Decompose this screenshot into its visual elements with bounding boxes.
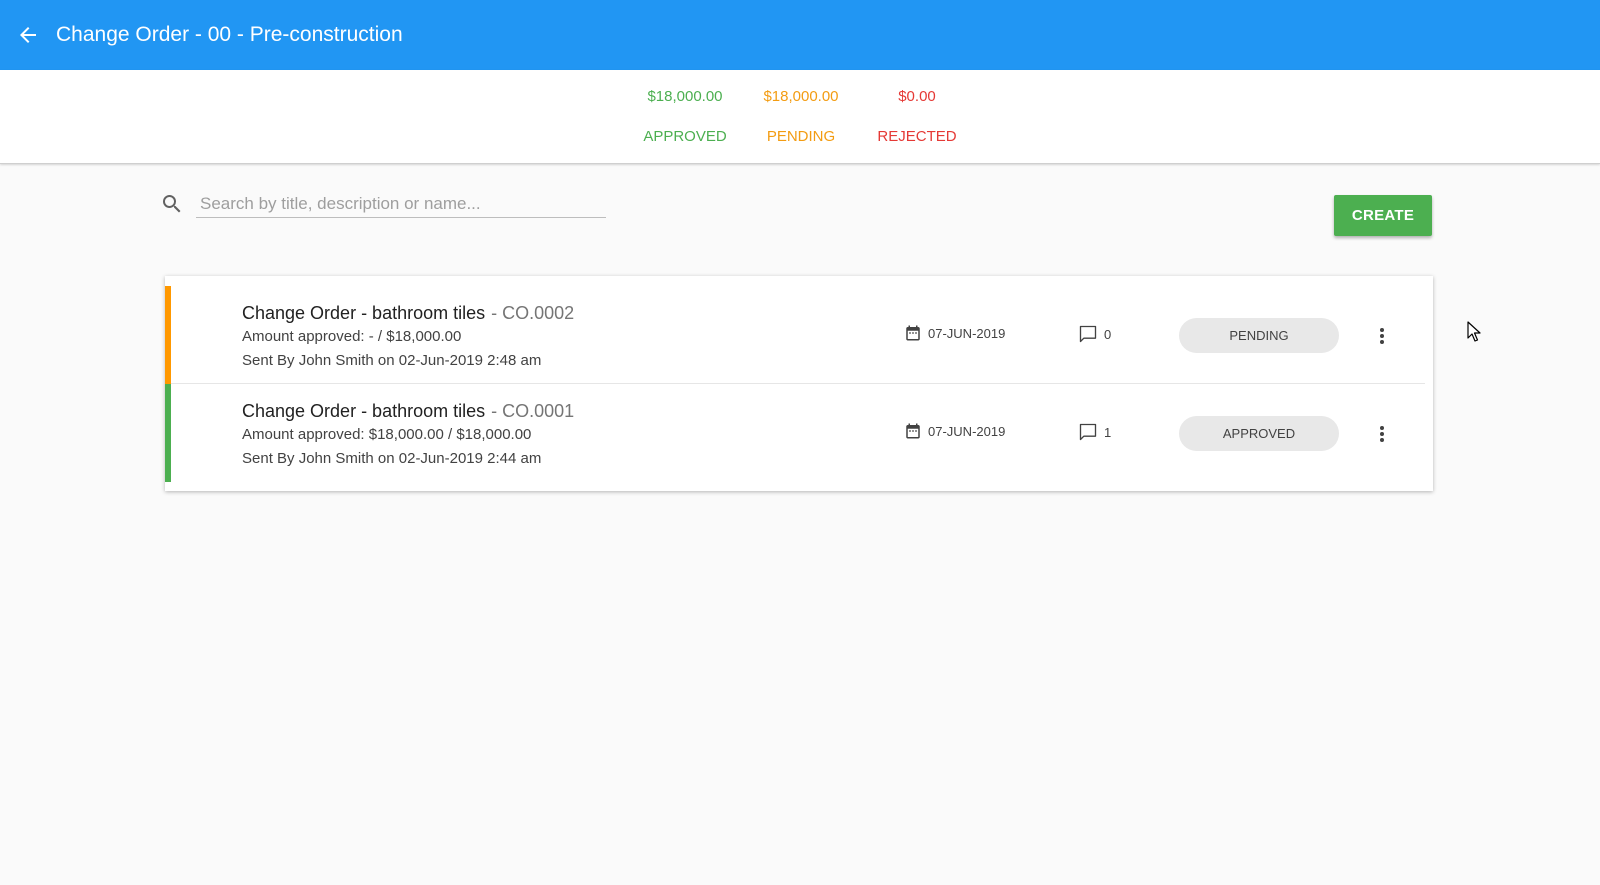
- comment-icon: [1079, 423, 1097, 441]
- item-date: 07-JUN-2019: [904, 422, 1005, 440]
- item-comments[interactable]: 0: [1078, 324, 1111, 344]
- item-date: 07-JUN-2019: [904, 324, 1005, 342]
- summary-approved-label: APPROVED: [643, 128, 727, 145]
- summary-rejected-label: REJECTED: [877, 128, 957, 145]
- item-code: - CO.0001: [491, 401, 575, 421]
- status-badge[interactable]: APPROVED: [1179, 416, 1339, 451]
- create-button[interactable]: CREATE: [1334, 195, 1432, 236]
- item-title-text: Change Order - bathroom tiles: [242, 303, 486, 323]
- item-sent-by: Sent By John Smith on 02-Jun-2019 2:44 a…: [242, 450, 542, 467]
- search-icon: [163, 195, 181, 213]
- status-stripe: [165, 286, 171, 384]
- summary-bar: $18,000.00 APPROVED $18,000.00 PENDING $…: [0, 70, 1600, 164]
- summary-rejected-amount: $0.00: [898, 88, 936, 105]
- item-title-text: Change Order - bathroom tiles: [242, 401, 486, 421]
- status-badge[interactable]: PENDING: [1179, 318, 1339, 353]
- item-comment-count: 0: [1104, 326, 1112, 342]
- calendar-icon: [906, 325, 920, 341]
- list-item[interactable]: Change Order - bathroom tiles - CO.0002 A…: [165, 286, 1433, 384]
- search-input[interactable]: [196, 190, 606, 218]
- comment-icon: [1079, 325, 1097, 343]
- page-title: Change Order - 00 - Pre-construction: [56, 23, 403, 46]
- summary-pending-amount: $18,000.00: [763, 88, 839, 105]
- status-stripe: [165, 384, 171, 482]
- item-date-text: 07-JUN-2019: [928, 325, 1006, 341]
- item-date-text: 07-JUN-2019: [928, 423, 1006, 439]
- item-comment-count: 1: [1104, 424, 1112, 440]
- item-amount: Amount approved: $18,000.00 / $18,000.00: [242, 426, 532, 443]
- item-amount: Amount approved: - / $18,000.00: [242, 328, 462, 345]
- summary-pending-label: PENDING: [766, 128, 836, 145]
- arrow-back-icon: [20, 27, 36, 43]
- change-order-list: Change Order - bathroom tiles - CO.0002 A…: [165, 276, 1433, 491]
- item-code: - CO.0002: [491, 303, 575, 323]
- more-vert-icon[interactable]: [1370, 322, 1394, 350]
- item-comments[interactable]: 1: [1078, 422, 1111, 442]
- app-bar: Change Order - 00 - Pre-construction: [0, 0, 1600, 70]
- summary-approved-amount: $18,000.00: [647, 88, 723, 105]
- item-sent-by: Sent By John Smith on 02-Jun-2019 2:48 a…: [242, 352, 542, 369]
- more-vert-icon[interactable]: [1370, 420, 1394, 448]
- list-item[interactable]: Change Order - bathroom tiles - CO.0001 A…: [165, 384, 1433, 482]
- back-button[interactable]: [0, 0, 56, 70]
- item-title: Change Order - bathroom tiles - CO.0001: [242, 401, 574, 422]
- calendar-icon: [906, 423, 920, 439]
- item-title: Change Order - bathroom tiles - CO.0002: [242, 303, 574, 324]
- mouse-cursor-icon: [1467, 321, 1481, 342]
